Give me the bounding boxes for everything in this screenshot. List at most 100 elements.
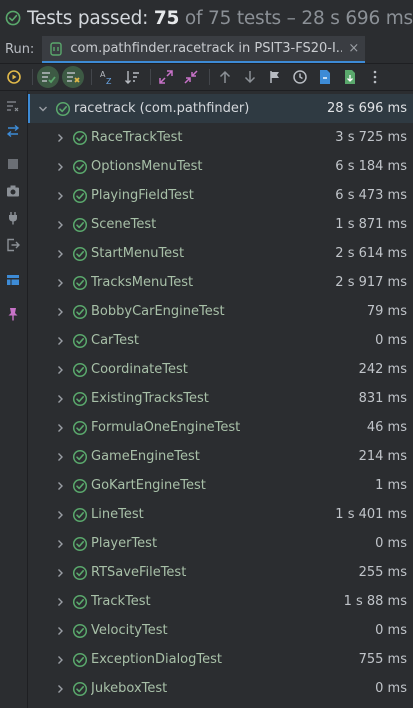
chevron-right-icon[interactable] xyxy=(55,249,65,259)
collapse-all-button[interactable] xyxy=(180,66,202,88)
prev-failed-button[interactable] xyxy=(214,66,236,88)
soft-wraps-icon xyxy=(7,101,19,112)
test-class-row[interactable]: OptionsMenuTest 6 s 184 ms xyxy=(28,152,413,181)
export-button[interactable] xyxy=(314,66,336,88)
export-file-button[interactable] xyxy=(339,66,361,88)
sort-duration-icon xyxy=(125,71,139,84)
plug-button[interactable] xyxy=(4,209,22,227)
test-class-row[interactable]: ExceptionDialogTest 755 ms xyxy=(28,645,413,674)
layout-button[interactable] xyxy=(4,271,22,289)
chevron-right-icon[interactable] xyxy=(55,423,65,433)
chevron-right-icon[interactable] xyxy=(55,655,65,665)
chevron-right-icon[interactable] xyxy=(55,191,65,201)
test-class-row[interactable]: GameEngineTest 214 ms xyxy=(28,442,413,471)
test-passed-icon xyxy=(72,623,88,638)
chevron-right-icon[interactable] xyxy=(55,597,65,607)
expand-all-button[interactable] xyxy=(155,66,177,88)
chevron-right-icon[interactable] xyxy=(55,162,65,172)
chevron-down-icon[interactable] xyxy=(38,104,48,114)
chevron-right-icon[interactable] xyxy=(55,568,65,578)
swap-icon xyxy=(6,124,20,138)
test-class-row[interactable]: BobbyCarEngineTest 79 ms xyxy=(28,297,413,326)
chevron-right-icon[interactable] xyxy=(55,539,65,549)
test-class-label: RaceTrackTest xyxy=(91,130,183,145)
chevron-right-icon[interactable] xyxy=(55,220,65,230)
next-failed-button[interactable] xyxy=(239,66,261,88)
exit-icon xyxy=(7,238,20,252)
chevron-right-icon[interactable] xyxy=(55,133,65,143)
test-class-row[interactable]: TrackTest 1 s 88 ms xyxy=(28,587,413,616)
test-class-row[interactable]: SceneTest 1 s 871 ms xyxy=(28,210,413,239)
chevron-right-icon[interactable] xyxy=(55,278,65,288)
toolbar-separator xyxy=(32,69,33,85)
test-passed-icon xyxy=(55,101,71,116)
test-class-duration: 2 s 614 ms xyxy=(335,246,407,261)
test-class-label: GoKartEngineTest xyxy=(91,478,206,493)
test-results-tree: racetrack (com.pathfinder) 28 s 696 ms R… xyxy=(28,91,413,708)
prev-failed-icon xyxy=(219,70,231,83)
chevron-right-icon[interactable] xyxy=(55,336,65,346)
test-class-duration: 6 s 473 ms xyxy=(335,188,407,203)
test-class-row[interactable]: FormulaOneEngineTest 46 ms xyxy=(28,413,413,442)
show-passed-button[interactable] xyxy=(37,66,59,88)
test-passed-icon xyxy=(72,217,88,232)
test-passed-icon xyxy=(72,652,88,667)
import-test-icon xyxy=(270,71,279,83)
test-class-row[interactable]: ExistingTracksTest 831 ms xyxy=(28,384,413,413)
test-class-label: ExistingTracksTest xyxy=(91,391,209,406)
chevron-right-icon[interactable] xyxy=(55,510,65,520)
chevron-right-icon[interactable] xyxy=(55,684,65,694)
chevron-right-icon[interactable] xyxy=(55,394,65,404)
test-class-duration: 79 ms xyxy=(366,304,407,319)
chevron-right-icon[interactable] xyxy=(55,626,65,636)
test-class-duration: 0 ms xyxy=(375,681,407,696)
chevron-right-icon[interactable] xyxy=(55,481,65,491)
test-toolbar: A Z xyxy=(0,64,413,91)
stop-button[interactable] xyxy=(4,155,22,173)
test-class-row[interactable]: RaceTrackTest 3 s 725 ms xyxy=(28,123,413,152)
chevron-right-icon[interactable] xyxy=(55,452,65,462)
test-passed-icon xyxy=(72,478,88,493)
close-icon[interactable]: × xyxy=(348,41,359,56)
test-class-label: OptionsMenuTest xyxy=(91,159,203,174)
test-class-row[interactable]: GoKartEngineTest 1 ms xyxy=(28,471,413,500)
test-class-row[interactable]: StartMenuTest 2 s 614 ms xyxy=(28,239,413,268)
test-class-row[interactable]: PlayerTest 0 ms xyxy=(28,529,413,558)
test-class-label: FormulaOneEngineTest xyxy=(91,420,241,435)
tree-root-node[interactable]: racetrack (com.pathfinder) 28 s 696 ms xyxy=(28,94,413,123)
test-class-row[interactable]: TracksMenuTest 2 s 917 ms xyxy=(28,268,413,297)
import-test-button[interactable] xyxy=(264,66,286,88)
camera-button[interactable] xyxy=(4,182,22,200)
test-passed-icon xyxy=(72,130,88,145)
more-button[interactable] xyxy=(364,66,386,88)
test-class-label: BobbyCarEngineTest xyxy=(91,304,225,319)
test-class-row[interactable]: PlayingFieldTest 6 s 473 ms xyxy=(28,181,413,210)
test-class-row[interactable]: VelocityTest 0 ms xyxy=(28,616,413,645)
sort-alpha-button[interactable]: A Z xyxy=(96,66,118,88)
run-config-tab[interactable]: com.pathfinder.racetrack in PSIT3-FS20-I… xyxy=(42,36,366,63)
rerun-button[interactable] xyxy=(3,66,25,88)
show-ignored-button[interactable] xyxy=(62,66,84,88)
test-class-duration: 3 s 725 ms xyxy=(335,130,407,145)
layout-icon xyxy=(7,275,19,285)
test-class-row[interactable]: LineTest 1 s 401 ms xyxy=(28,500,413,529)
test-class-row[interactable]: CarTest 0 ms xyxy=(28,326,413,355)
test-class-duration: 0 ms xyxy=(375,623,407,638)
toolbar-separator xyxy=(209,69,210,85)
test-class-row[interactable]: JukeboxTest 0 ms xyxy=(28,674,413,703)
pin-button[interactable] xyxy=(4,305,22,323)
tree-node-label: racetrack (com.pathfinder) xyxy=(74,101,250,116)
test-class-duration: 242 ms xyxy=(358,362,407,377)
soft-wraps-button[interactable] xyxy=(4,97,22,115)
test-class-row[interactable]: CoordinateTest 242 ms xyxy=(28,355,413,384)
sort-duration-button[interactable] xyxy=(121,66,143,88)
test-class-row[interactable]: RTSaveFileTest 255 ms xyxy=(28,558,413,587)
check-circle-icon xyxy=(5,10,21,26)
test-passed-icon xyxy=(72,159,88,174)
chevron-right-icon[interactable] xyxy=(55,365,65,375)
swap-button[interactable] xyxy=(4,122,22,140)
run-label: Run: xyxy=(5,42,35,57)
chevron-right-icon[interactable] xyxy=(55,307,65,317)
history-button[interactable] xyxy=(289,66,311,88)
exit-button[interactable] xyxy=(4,236,22,254)
